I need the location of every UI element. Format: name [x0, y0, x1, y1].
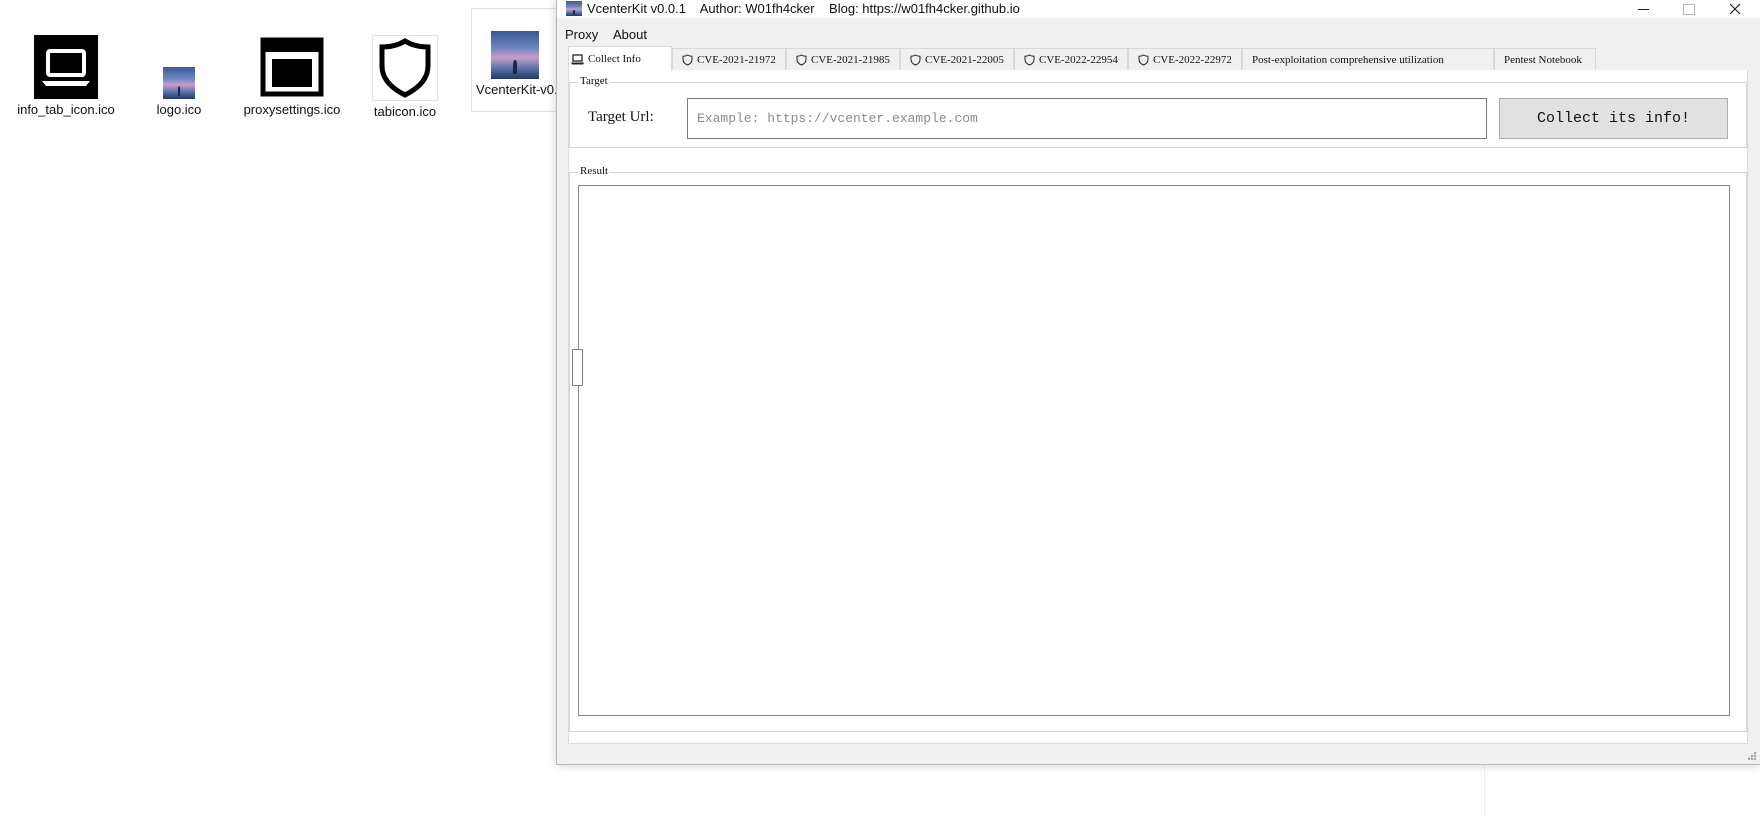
app-image	[491, 31, 539, 79]
window-title: VcenterKit v0.0.1 Author: W01fh4cker Blo…	[587, 1, 1020, 16]
tab-cve-2021-22005[interactable]: CVE-2021-22005	[900, 48, 1014, 70]
shield-icon	[682, 53, 693, 66]
desktop-icon-label: VcenterKit-v0.0.2.exe	[476, 82, 558, 97]
shield-icon	[372, 35, 438, 101]
tab-bar: Collect Info CVE-2021-21972 CVE-2021-219…	[568, 46, 1748, 71]
tab-label: CVE-2022-22954	[1039, 53, 1118, 66]
desktop-icon-tabicon[interactable]: tabicon.ico	[355, 20, 455, 120]
desktop-icon-label: logo.ico	[156, 102, 202, 117]
maximize-icon	[1683, 3, 1695, 15]
menu-about[interactable]: About	[613, 27, 647, 42]
tab-cve-2021-21972[interactable]: CVE-2021-21972	[672, 48, 786, 70]
tab-cve-2021-21985[interactable]: CVE-2021-21985	[786, 48, 900, 70]
desktop-icon-label: proxysettings.ico	[243, 102, 341, 117]
target-url-input[interactable]	[687, 98, 1487, 139]
result-group-title: Result	[578, 165, 611, 177]
resize-handle[interactable]	[572, 349, 583, 386]
shield-icon	[1138, 53, 1149, 66]
desktop-icon-vcenterkit[interactable]: VcenterKit-v0.0.2.exe	[471, 8, 558, 112]
resize-grip-icon[interactable]	[1747, 751, 1757, 761]
desktop-icon-label: tabicon.ico	[373, 104, 437, 119]
close-icon	[1729, 3, 1741, 15]
tab-label: Pentest Notebook	[1504, 53, 1582, 66]
tab-label: CVE-2021-22005	[925, 53, 1004, 66]
laptop-icon	[34, 35, 98, 99]
tab-label: CVE-2021-21985	[811, 53, 890, 66]
title-bar[interactable]: VcenterKit v0.0.1 Author: W01fh4cker Blo…	[557, 0, 1760, 18]
menu-proxy[interactable]: Proxy	[565, 27, 598, 42]
desktop-empty-area	[1484, 764, 1760, 816]
app-logo-icon	[566, 1, 582, 16]
tab-label: Collect Info	[588, 53, 641, 65]
tab-collect-info[interactable]: Collect Info	[568, 46, 672, 71]
target-group: Target Target Url: Collect its info!	[569, 75, 1747, 148]
desktop-icon-label: info_tab_icon.ico	[17, 102, 115, 117]
desktop-icon-info-tab[interactable]: info_tab_icon.ico	[16, 20, 116, 118]
result-group: Result	[569, 165, 1747, 732]
desktop-icon-logo[interactable]: logo.ico	[129, 20, 229, 118]
target-url-label: Target Url:	[588, 109, 654, 125]
laptop-icon	[571, 53, 584, 64]
maximize-button[interactable]	[1666, 0, 1712, 18]
minimize-icon	[1637, 8, 1649, 10]
vcenterkit-window: VcenterKit v0.0.1 Author: W01fh4cker Blo…	[557, 0, 1760, 764]
tab-label: CVE-2021-21972	[697, 53, 776, 66]
tab-label: CVE-2022-22972	[1153, 53, 1232, 66]
tab-label: Post-exploitation comprehensive utilizat…	[1252, 53, 1444, 66]
minimize-button[interactable]	[1620, 0, 1666, 18]
shield-icon	[796, 53, 807, 66]
window-frame-icon	[260, 35, 324, 99]
collect-info-panel: Target Target Url: Collect its info! Res…	[568, 70, 1748, 744]
tab-cve-2022-22972[interactable]: CVE-2022-22972	[1128, 48, 1242, 70]
shield-icon	[910, 53, 921, 66]
result-textarea[interactable]	[578, 185, 1730, 716]
close-button[interactable]	[1712, 0, 1758, 18]
tab-cve-2022-22954[interactable]: CVE-2022-22954	[1014, 48, 1128, 70]
shield-icon	[1024, 53, 1035, 66]
tab-post-exploitation[interactable]: Post-exploitation comprehensive utilizat…	[1242, 48, 1494, 70]
collect-info-button[interactable]: Collect its info!	[1499, 98, 1728, 139]
menu-bar: Proxy About	[557, 25, 1760, 45]
target-group-title: Target	[578, 75, 610, 87]
tab-pentest-notebook[interactable]: Pentest Notebook	[1494, 48, 1596, 70]
logo-image	[163, 67, 195, 99]
desktop-icon-proxysettings[interactable]: proxysettings.ico	[242, 20, 342, 118]
